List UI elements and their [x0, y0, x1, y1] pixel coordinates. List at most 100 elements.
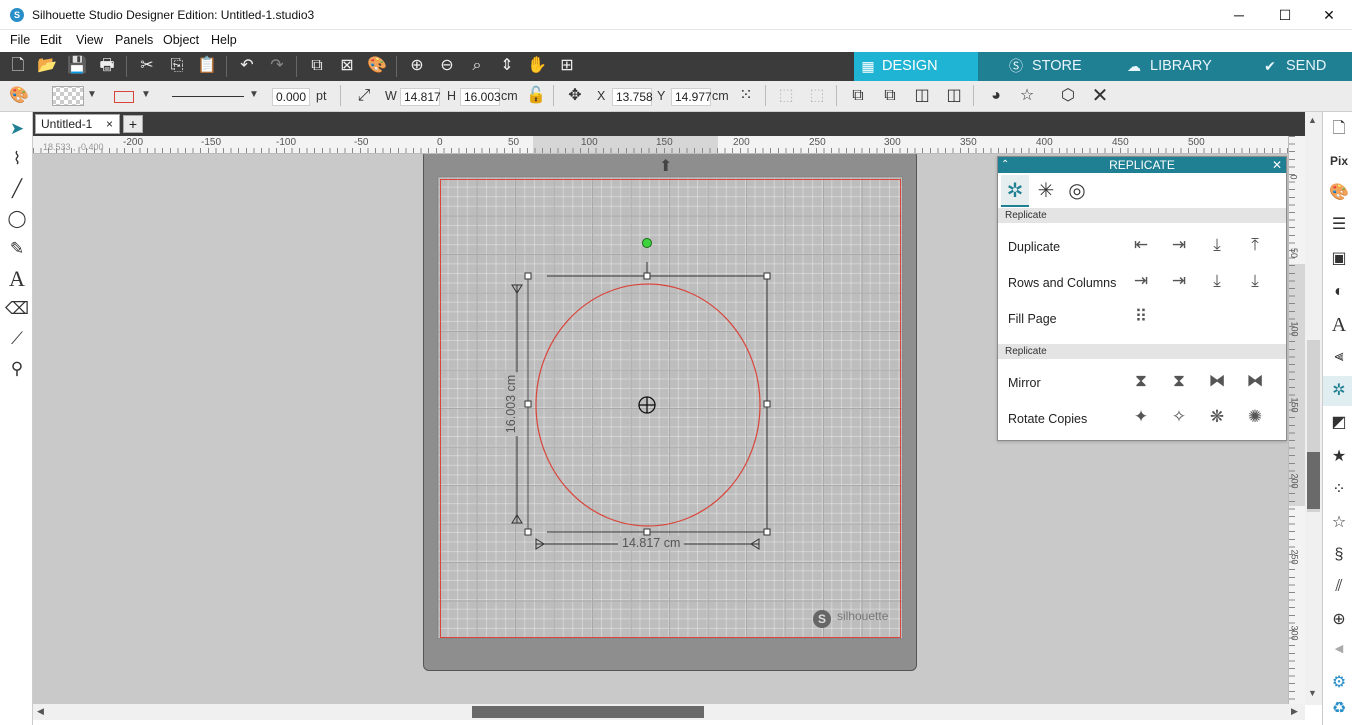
offset-star-icon[interactable]: ★ — [1326, 444, 1352, 470]
position-grid-icon[interactable]: ⁙ — [734, 84, 758, 108]
paste-icon[interactable]: 📋 — [195, 54, 219, 78]
undo-icon[interactable]: ↶ — [235, 54, 259, 78]
fill-panel-icon[interactable]: 🎨 — [1326, 180, 1352, 206]
rotate-four-copies-icon[interactable]: ✧ — [1165, 403, 1193, 431]
lock-aspect-icon[interactable]: 🔓 — [524, 84, 548, 108]
pan-hand-icon[interactable]: ✋ — [525, 54, 549, 78]
modify-panel-icon[interactable]: ◩ — [1326, 410, 1352, 436]
vertical-scrollbar[interactable]: ▲ ▼ — [1305, 112, 1322, 705]
select-by-color-icon[interactable]: 🎨 — [365, 54, 389, 78]
hatch-icon[interactable]: ⫽ — [1326, 574, 1352, 600]
print-icon[interactable]: 🖶 — [95, 54, 119, 78]
settings-gear-icon[interactable]: ⚙ — [1326, 670, 1352, 696]
ungroup-icon[interactable]: ⬚ — [805, 84, 829, 108]
minimize-button[interactable]: ─ — [1216, 0, 1262, 30]
column-of-four-icon[interactable]: ⤓ — [1241, 267, 1269, 295]
replicate-tab-icon[interactable]: ✲ — [1001, 177, 1029, 205]
save-icon[interactable]: 💾 — [65, 54, 89, 78]
chevron-down-icon[interactable]: ▼ — [141, 89, 151, 100]
star-outline-icon[interactable]: ☆ — [1326, 510, 1352, 536]
drag-move-icon[interactable]: ⇕ — [495, 54, 519, 78]
x-position-input[interactable]: 13.758 — [612, 88, 653, 106]
tab-design[interactable]: ▦ DESIGN — [854, 52, 978, 81]
duplicate-right-icon[interactable]: ⇥ — [1165, 231, 1193, 259]
fill-palette-icon[interactable]: 🎨 — [7, 84, 31, 108]
contrast-icon[interactable]: ◐ — [1326, 279, 1352, 305]
new-document-icon[interactable]: 🗋 — [6, 54, 30, 78]
advanced-replicate-tab-icon[interactable]: ✳ — [1032, 177, 1060, 205]
tab-library[interactable]: ☁ LIBRARY — [1098, 52, 1228, 81]
replicate-panel-icon[interactable]: ✲ — [1326, 378, 1352, 404]
sync-icon[interactable]: ♻ — [1326, 696, 1352, 722]
sketch-icon[interactable]: ▣ — [1326, 246, 1352, 272]
eyedropper-tool-icon[interactable]: ⚲ — [4, 356, 30, 382]
align-icon[interactable]: ⫷ — [1326, 344, 1352, 370]
page-setup-icon[interactable]: 🗋 — [1326, 116, 1352, 142]
row-of-three-icon[interactable]: ⇥ — [1127, 267, 1155, 295]
row-of-four-icon[interactable]: ⇥ — [1165, 267, 1193, 295]
horizontal-scroll-thumb[interactable] — [472, 706, 704, 718]
scroll-left-arrow-icon[interactable]: ◀ — [37, 706, 44, 717]
close-panel-icon[interactable]: ✕ — [1272, 157, 1282, 173]
copy-icon[interactable]: ⎘ — [165, 54, 189, 78]
eraser-tool-icon[interactable]: ⌫ — [4, 296, 30, 322]
edit-points-icon[interactable]: ⌇ — [4, 146, 30, 172]
globe-icon[interactable]: ⊕ — [1326, 607, 1352, 633]
text-style-icon[interactable]: A — [1326, 312, 1352, 338]
modify-shapes-icon[interactable]: ◕ — [984, 84, 1008, 108]
collapse-arrow-icon[interactable]: ◀ — [1326, 636, 1352, 662]
send-backward-icon[interactable]: ◫ — [942, 84, 966, 108]
collapse-chevron-icon[interactable]: ⌃ — [1001, 157, 1009, 173]
mirror-right-icon[interactable]: ⧓ — [1241, 367, 1269, 395]
maximize-button[interactable]: ☐ — [1262, 0, 1308, 30]
cut-icon[interactable]: ✂ — [135, 54, 159, 78]
mirror-below-icon[interactable]: ⧗ — [1127, 367, 1155, 395]
menu-panels[interactable]: Panels — [115, 33, 153, 47]
line-style-icon[interactable]: ☰ — [1326, 212, 1352, 238]
menu-help[interactable]: Help — [211, 33, 237, 47]
zoom-out-icon[interactable]: ⊖ — [435, 54, 459, 78]
fill-pattern-swatch[interactable] — [52, 86, 84, 106]
line-style-preview[interactable] — [172, 96, 244, 97]
open-folder-icon[interactable]: 📂 — [35, 54, 59, 78]
rotate-two-copies-icon[interactable]: ✦ — [1127, 403, 1155, 431]
column-of-three-icon[interactable]: ⤓ — [1203, 267, 1231, 295]
tab-send[interactable]: ✔ SEND — [1228, 52, 1352, 81]
mirror-above-icon[interactable]: ⧗ — [1165, 367, 1193, 395]
scroll-up-arrow-icon[interactable]: ▲ — [1308, 115, 1317, 125]
scroll-down-arrow-icon[interactable]: ▼ — [1308, 688, 1317, 698]
chevron-down-icon[interactable]: ▼ — [87, 89, 97, 100]
trace-icon[interactable]: ⁘ — [1326, 477, 1352, 503]
mirror-left-icon[interactable]: ⧓ — [1203, 367, 1231, 395]
select-arrow-icon[interactable]: ➤ — [4, 116, 30, 142]
rotate-eight-copies-icon[interactable]: ✺ — [1241, 403, 1269, 431]
tab-store[interactable]: Ⓢ STORE — [978, 52, 1098, 81]
chevron-down-icon[interactable]: ▼ — [249, 89, 259, 100]
duplicate-left-icon[interactable]: ⇤ — [1127, 231, 1155, 259]
fill-page-icon[interactable]: ⠿ — [1127, 303, 1155, 331]
height-input[interactable]: 16.003 — [460, 88, 501, 106]
bring-to-front-icon[interactable]: ⧉ — [846, 84, 870, 108]
menu-edit[interactable]: Edit — [40, 33, 62, 47]
bring-forward-icon[interactable]: ◫ — [910, 84, 934, 108]
vertical-scroll-position[interactable] — [1307, 452, 1320, 509]
selected-shape-layer[interactable] — [503, 229, 803, 559]
knife-tool-icon[interactable]: ⟋ — [4, 326, 30, 352]
width-input[interactable]: 14.817 — [400, 88, 441, 106]
line-tool-icon[interactable]: ╱ — [4, 176, 30, 202]
select-all-icon[interactable]: ⧉ — [305, 54, 329, 78]
send-to-back-icon[interactable]: ⧉ — [878, 84, 902, 108]
menu-view[interactable]: View — [76, 33, 103, 47]
pencil-tool-icon[interactable]: ✎ — [4, 236, 30, 262]
duplicate-below-icon[interactable]: ⤓ — [1203, 231, 1231, 259]
zoom-selection-icon[interactable]: ⌕ — [465, 54, 489, 78]
horizontal-scrollbar[interactable]: ◀ ▶ — [33, 704, 1305, 720]
star-shape-icon[interactable]: ☆ — [1015, 84, 1039, 108]
menu-file[interactable]: File — [10, 33, 30, 47]
deselect-icon[interactable]: ⊠ — [335, 54, 359, 78]
delete-x-icon[interactable]: ✕ — [1088, 84, 1112, 108]
sketch-path-icon[interactable]: § — [1326, 542, 1352, 568]
3d-box-icon[interactable]: ⬡ — [1056, 84, 1080, 108]
text-tool-icon[interactable]: A — [4, 266, 30, 292]
line-color-swatch[interactable] — [114, 91, 134, 103]
